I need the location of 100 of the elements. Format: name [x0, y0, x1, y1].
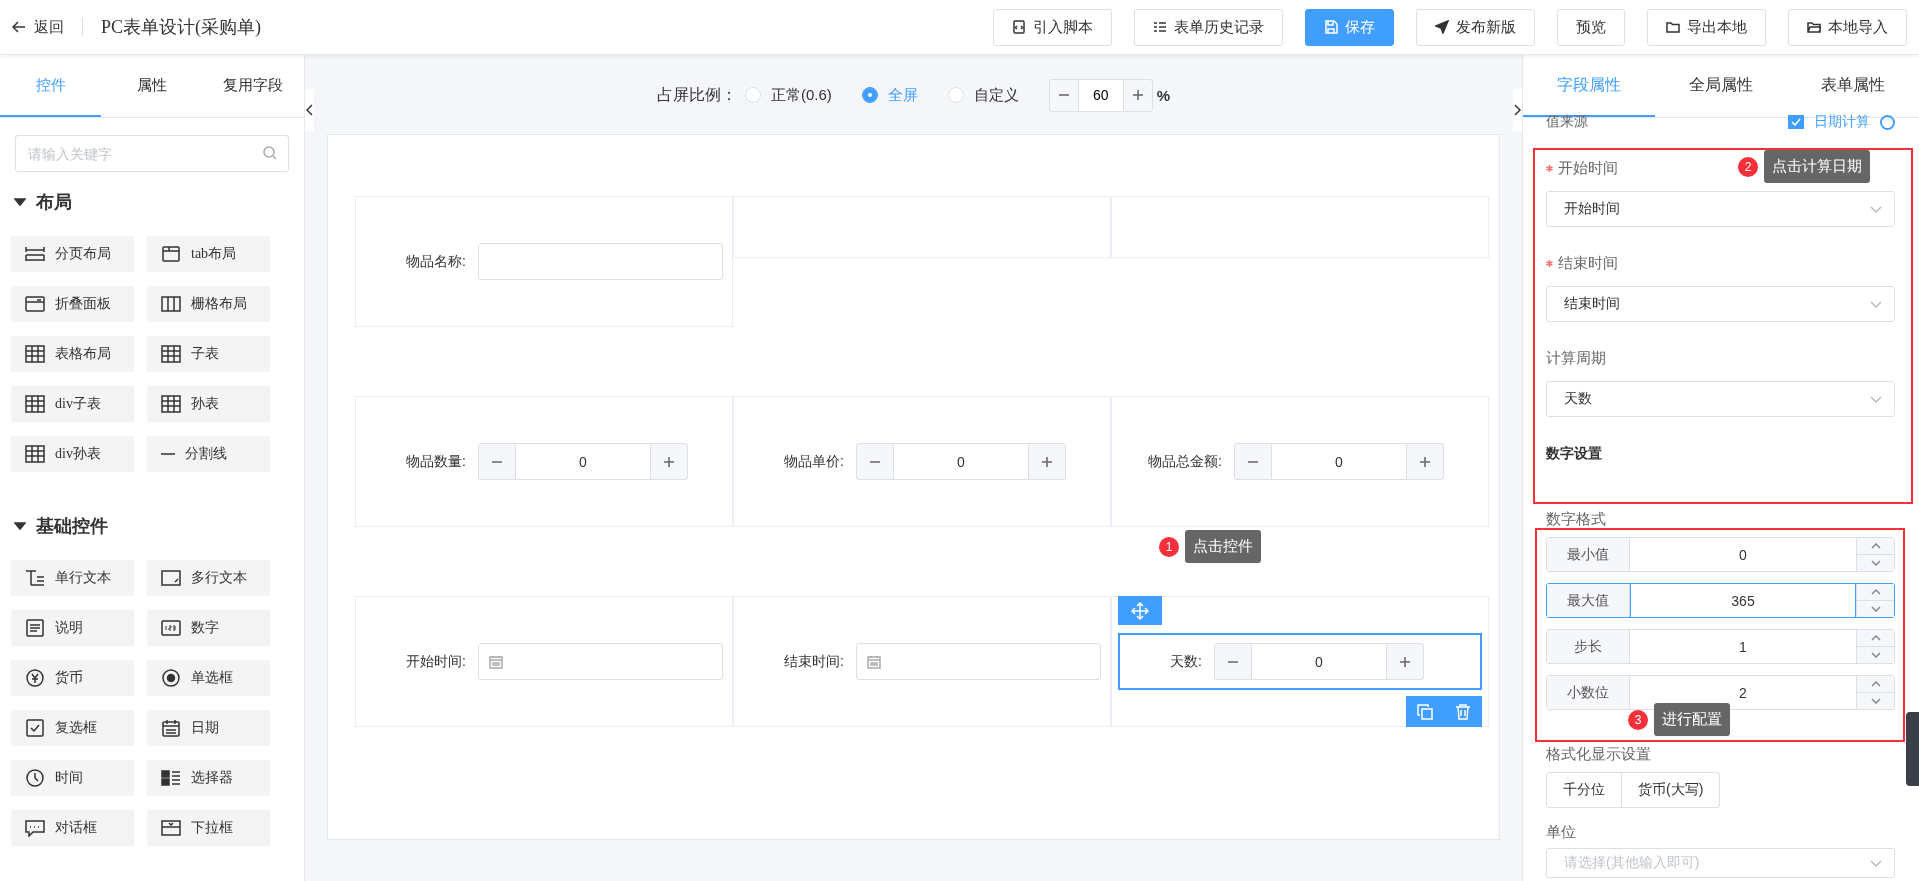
scale-label: 占屏比例：	[656, 84, 737, 105]
chevron-down-icon	[1870, 859, 1882, 867]
minus-button[interactable]	[478, 443, 516, 480]
number-input[interactable]: 365	[1630, 583, 1856, 618]
copy-icon	[1417, 703, 1433, 720]
radio-icon	[161, 669, 181, 687]
collapse-button[interactable]	[1513, 89, 1522, 131]
chevron-left-icon	[306, 104, 313, 116]
minus-button[interactable]	[1048, 78, 1079, 112]
arrow-left-icon	[12, 21, 26, 33]
panel-tab[interactable]: 全局属性	[1655, 55, 1787, 117]
select-field[interactable]: 结束时间	[1546, 286, 1895, 322]
table-icon	[161, 395, 181, 413]
line-icon	[161, 453, 175, 455]
tab-icon	[161, 245, 181, 263]
panel-icon	[25, 295, 45, 313]
dropdown-icon	[161, 819, 181, 837]
plus-button[interactable]	[1406, 443, 1444, 480]
widget-item[interactable]: div孙表	[11, 436, 134, 472]
widget-item[interactable]: 分割线	[147, 436, 270, 472]
form-cell[interactable]: 物品名称:	[355, 196, 733, 327]
panel-tab[interactable]: 复用字段	[202, 55, 304, 117]
plus-button[interactable]	[1386, 643, 1424, 680]
text-input[interactable]	[478, 243, 723, 280]
plus-button[interactable]	[650, 443, 688, 480]
widget-item[interactable]: 时间	[11, 760, 134, 796]
radio-option[interactable]: 自定义	[947, 85, 1019, 105]
move-handle[interactable]	[1118, 596, 1162, 625]
plus-button[interactable]	[1122, 78, 1153, 112]
widget-item[interactable]: 单行文本	[11, 560, 134, 596]
widget-item[interactable]: div子表	[11, 386, 134, 422]
toolbar-button[interactable]: 发布新版	[1416, 8, 1535, 46]
form-cell[interactable]: 天数: 0	[1111, 596, 1489, 727]
minus-button[interactable]	[1234, 443, 1272, 480]
percent-sign: %	[1156, 86, 1171, 104]
yen-icon	[25, 669, 45, 687]
widget-item[interactable]: 折叠面板	[11, 286, 134, 322]
widget-item[interactable]: 复选框	[11, 710, 134, 746]
chevron-right-icon	[1514, 104, 1521, 116]
form-cell[interactable]: 物品单价: 0	[733, 396, 1111, 527]
toolbar-button[interactable]: 引入脚本	[993, 8, 1112, 46]
widget-item[interactable]: 对话框	[11, 810, 134, 846]
minus-icon	[1228, 660, 1238, 663]
list-icon	[1153, 20, 1167, 34]
field-label: 物品数量:	[405, 452, 467, 471]
page-title: PC表单设计(采购单)	[101, 16, 262, 39]
select-field[interactable]: 开始时间	[1546, 191, 1895, 227]
toolbar-button[interactable]: 本地导入	[1788, 8, 1907, 46]
checkbox[interactable]	[1788, 115, 1804, 129]
toolbar-button[interactable]: 表单历史记录	[1134, 8, 1283, 46]
toolbar-button[interactable]: 导出本地	[1647, 8, 1766, 46]
widget-item[interactable]: 选择器	[147, 760, 270, 796]
search-field[interactable]: 请输入关键字	[15, 135, 289, 172]
minus-button[interactable]	[856, 443, 894, 480]
toolbar-button[interactable]: 预览	[1557, 8, 1625, 46]
widget-item[interactable]: 孙表	[147, 386, 270, 422]
form-cell[interactable]: 开始时间:	[355, 596, 733, 727]
radio-option[interactable]: 正常(0.6)	[744, 85, 832, 105]
format-button[interactable]: 千分位	[1546, 772, 1622, 808]
field-label: 物品单价:	[783, 452, 845, 471]
page-break-icon	[25, 245, 45, 263]
date-input[interactable]	[856, 643, 1101, 680]
widget-item[interactable]: 说明	[11, 610, 134, 646]
document-icon	[1012, 20, 1026, 34]
calendar-icon	[489, 654, 503, 669]
widget-item[interactable]: 数字	[147, 610, 270, 646]
widget-item[interactable]: 子表	[147, 336, 270, 372]
widget-item[interactable]: 分页布局	[11, 236, 134, 272]
widget-item[interactable]: tab布局	[147, 236, 270, 272]
minus-icon	[492, 460, 502, 463]
widget-item[interactable]: 栅格布局	[147, 286, 270, 322]
plus-icon	[1132, 90, 1143, 100]
table-icon	[25, 345, 45, 363]
zoom-input[interactable]: 60	[1078, 78, 1123, 112]
chevron-down-icon	[1870, 300, 1882, 308]
widget-item[interactable]: 单选框	[147, 660, 270, 696]
widget-item[interactable]: 表格布局	[11, 336, 134, 372]
back-link[interactable]: 返回	[12, 18, 83, 36]
minus-button[interactable]	[1214, 643, 1252, 680]
field-label: 数字格式	[1546, 509, 1606, 529]
format-button[interactable]: 货币(大写)	[1622, 772, 1721, 808]
field-label: 开始时间:	[405, 652, 467, 671]
widget-item[interactable]: 多行文本	[147, 560, 270, 596]
panel-tab[interactable]: 属性	[101, 55, 203, 117]
widget-item[interactable]: 日期	[147, 710, 270, 746]
select-field[interactable]: 天数	[1546, 381, 1895, 417]
form-cell[interactable]: 物品总金额: 0	[1111, 396, 1489, 527]
section-title: 基础控件	[36, 515, 108, 538]
collapse-button[interactable]	[305, 89, 314, 131]
plus-button[interactable]	[1028, 443, 1066, 480]
folder-icon	[1807, 20, 1821, 34]
date-input[interactable]	[478, 643, 723, 680]
field-label: 计算周期	[1546, 348, 1606, 368]
widget-item[interactable]: 货币	[11, 660, 134, 696]
form-cell[interactable]: 物品数量: 0	[355, 396, 733, 527]
widget-item[interactable]: 下拉框	[147, 810, 270, 846]
form-cell[interactable]: 结束时间:	[733, 596, 1111, 727]
field-label: 物品总金额:	[1147, 452, 1223, 471]
tooltip: 点击控件	[1185, 530, 1261, 563]
plus-icon	[1400, 656, 1410, 667]
